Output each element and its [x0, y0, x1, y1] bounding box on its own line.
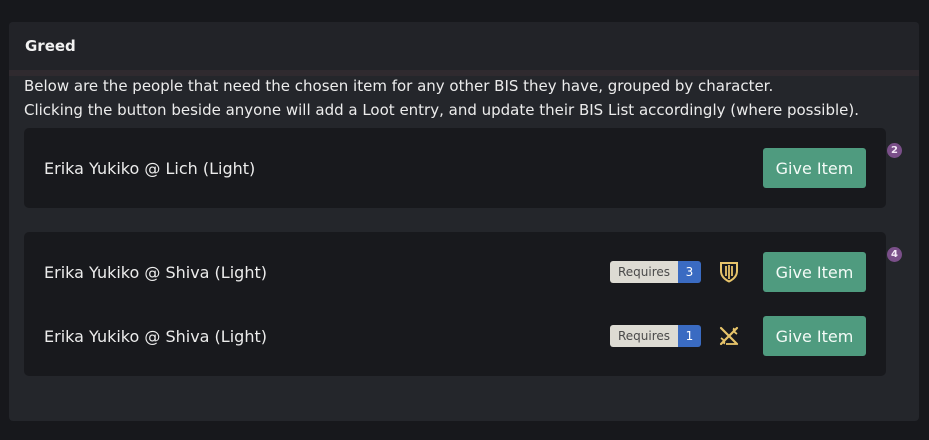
requires-count: 3: [678, 261, 701, 283]
count-badge: 2: [887, 143, 902, 158]
requires-label: Requires: [609, 325, 678, 347]
description: Below are the people that need the chose…: [24, 74, 859, 122]
description-line-1: Below are the people that need the chose…: [24, 77, 774, 95]
requires-badge: Requires 3: [609, 261, 701, 283]
crossed-swords-icon: [717, 324, 741, 348]
requires-count: 1: [678, 325, 701, 347]
character-group: Erika Yukiko @ Shiva (Light) Requires 3 …: [24, 232, 886, 376]
list-item: Erika Yukiko @ Shiva (Light) Requires 3 …: [44, 252, 866, 292]
give-item-button[interactable]: Give Item: [763, 148, 866, 188]
requires-label: Requires: [609, 261, 678, 283]
panel-title: Greed: [9, 22, 919, 76]
requires-badge: Requires 1: [609, 325, 701, 347]
give-item-button[interactable]: Give Item: [763, 252, 866, 292]
character-group: Erika Yukiko @ Lich (Light) Give Item: [24, 128, 886, 208]
description-line-2: Clicking the button beside anyone will a…: [24, 101, 859, 119]
count-badge: 4: [887, 247, 902, 262]
character-name: Erika Yukiko @ Lich (Light): [44, 158, 256, 178]
character-name: Erika Yukiko @ Shiva (Light): [44, 326, 267, 346]
list-item: Erika Yukiko @ Shiva (Light) Requires 1 …: [44, 316, 866, 356]
character-name: Erika Yukiko @ Shiva (Light): [44, 262, 267, 282]
paladin-shield-icon: [717, 260, 741, 284]
list-item: Erika Yukiko @ Lich (Light) Give Item: [44, 148, 866, 188]
give-item-button[interactable]: Give Item: [763, 316, 866, 356]
